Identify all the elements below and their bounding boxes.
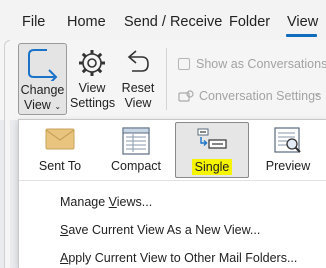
ribbon-separator <box>166 48 167 110</box>
preview-icon <box>274 127 301 153</box>
gallery-compact[interactable]: Compact <box>101 122 171 178</box>
gallery-label: Compact <box>110 159 162 173</box>
change-view-arrow-icon <box>28 49 58 81</box>
reset-view-label-2: View <box>124 96 152 110</box>
menu-folder[interactable]: Folder <box>229 14 270 30</box>
single-view-icon <box>197 128 227 149</box>
save-current-view-command[interactable]: Save Current View As a New View... <box>60 223 260 237</box>
reset-arrow-icon <box>127 50 149 72</box>
menu-bar: File Home Send / Receive Folder View <box>0 0 326 40</box>
change-view-dropdown: Sent To Compact Single Preview Manage Vi… <box>18 119 326 268</box>
change-view-button[interactable]: Change View ⌄ <box>18 43 67 115</box>
chevron-down-icon: ⌄ <box>313 88 322 99</box>
view-settings-label-2: Settings <box>70 96 116 110</box>
gallery-preview[interactable]: Preview <box>253 122 323 178</box>
conversation-settings-label: Conversation Settings <box>199 89 322 103</box>
ribbon-left-edge <box>4 40 10 268</box>
gallery-label: Single <box>176 159 248 175</box>
command-label: Manage Views... <box>60 195 153 209</box>
apply-current-view-command[interactable]: Apply Current View to Other Mail Folders… <box>60 251 297 265</box>
command-label: Save Current View As a New View... <box>60 223 261 237</box>
change-view-label-2: View ⌄ <box>23 98 62 112</box>
conversation-settings-icon <box>178 90 194 102</box>
menu-file[interactable]: File <box>22 14 45 30</box>
manage-views-command[interactable]: Manage Views... <box>60 195 152 209</box>
gallery-label: Sent To <box>38 159 82 173</box>
command-label: Apply Current View to Other Mail Folders… <box>60 251 298 265</box>
gallery-separator <box>19 180 326 181</box>
envelope-icon <box>45 128 75 150</box>
menu-view[interactable]: View <box>287 14 318 30</box>
menu-home[interactable]: Home <box>67 14 106 30</box>
checkbox-box <box>178 58 190 70</box>
show-as-conversations-label: Show as Conversations <box>196 57 326 71</box>
view-settings-label-1: View <box>78 81 106 95</box>
menu-send-receive[interactable]: Send / Receive <box>124 14 222 30</box>
highlighted-label: Single <box>191 159 233 175</box>
gallery-sent-to[interactable]: Sent To <box>25 122 95 178</box>
gear-icon <box>79 50 105 76</box>
compact-list-icon <box>122 127 150 155</box>
gallery-single[interactable]: Single <box>175 122 249 178</box>
change-view-label-1: Change <box>20 83 65 97</box>
reset-view-label-1: Reset <box>121 81 155 95</box>
gallery-label: Preview <box>265 159 311 173</box>
active-tab-indicator <box>286 34 317 37</box>
reset-view-button[interactable]: Reset View <box>118 46 158 114</box>
view-settings-button[interactable]: View Settings <box>70 46 116 114</box>
